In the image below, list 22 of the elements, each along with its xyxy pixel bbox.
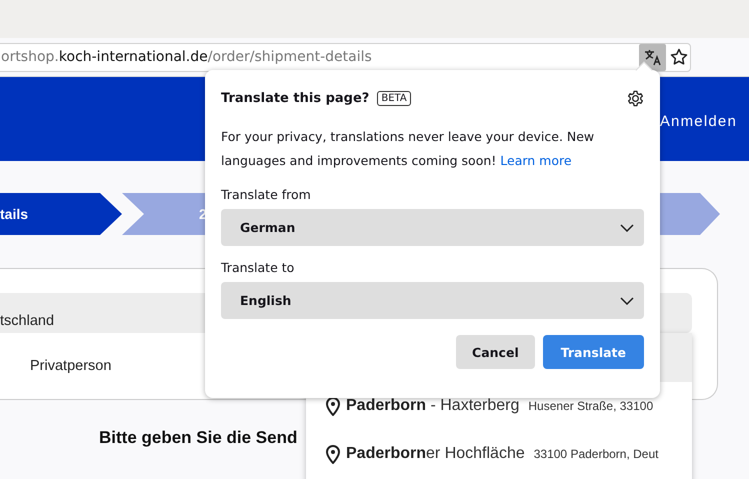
learn-more-link[interactable]: Learn more <box>500 153 572 168</box>
login-link[interactable]: Anmelden <box>660 112 737 130</box>
progress-step: tails <box>0 193 122 235</box>
translate-icon[interactable] <box>639 44 666 70</box>
map-pin-icon <box>326 396 340 416</box>
settings-icon[interactable] <box>627 90 644 107</box>
popup-title: Translate this page? <box>221 91 370 106</box>
radio-label: Privatperson <box>30 358 112 374</box>
language-select[interactable]: English <box>221 282 644 319</box>
beta-badge: BETA <box>377 91 411 106</box>
chevron-icon <box>620 296 634 304</box>
translate-button[interactable]: Translate <box>542 335 644 369</box>
address-bar[interactable]: ortshop.koch-international.de/order/shipment-details <box>0 42 691 72</box>
privacy-message: For your privacy, translations never leave your device. New languages and improvements coming soon! Learn more <box>221 128 596 170</box>
bookmark-star-icon[interactable] <box>670 48 688 66</box>
chevron-icon <box>620 224 634 232</box>
suggestion-item[interactable]: Paderborner Hochfläche 33100 Paderborn, Deut <box>306 430 692 478</box>
instruction-heading: Bitte geben Sie die Send <box>98 428 298 448</box>
language-select[interactable]: German <box>221 209 644 246</box>
to-label: Translate to <box>221 260 296 276</box>
cancel-button[interactable]: Cancel <box>456 335 535 369</box>
map-pin-icon <box>326 444 340 464</box>
